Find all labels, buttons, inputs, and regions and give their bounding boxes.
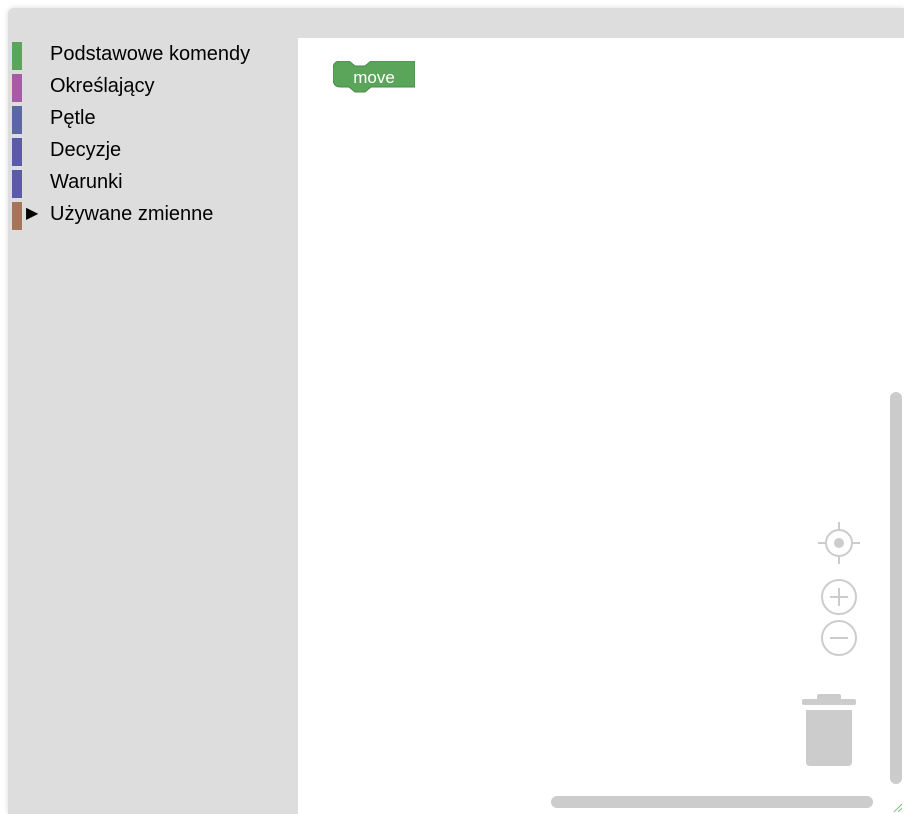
workspace[interactable]: move: [298, 38, 904, 814]
toolbox-category-loops[interactable]: Pętle: [8, 102, 298, 134]
horizontal-scrollbar[interactable]: [551, 796, 873, 808]
category-label: Określający: [50, 75, 155, 97]
toolbox-category-basic-commands[interactable]: Podstawowe komendy: [8, 38, 298, 70]
move-block[interactable]: [333, 61, 415, 95]
trash-icon[interactable]: [796, 692, 862, 768]
category-label: Podstawowe komendy: [50, 43, 251, 65]
zoom-in-icon[interactable]: [819, 577, 859, 617]
toolbox-category-conditions[interactable]: Warunki: [8, 166, 298, 198]
category-label: Używane zmienne: [50, 203, 214, 225]
category-color-bar: [12, 138, 22, 166]
category-color-bar: [12, 202, 22, 230]
resize-grip-icon[interactable]: [892, 802, 902, 812]
toolbox-category-determining[interactable]: Określający: [8, 70, 298, 102]
category-label: Decyzje: [50, 139, 122, 161]
toolbox-category-used-variables[interactable]: ▶ Używane zmienne: [8, 198, 298, 230]
expand-arrow-icon[interactable]: ▶: [26, 203, 38, 225]
category-color-bar: [12, 106, 22, 134]
category-label: Warunki: [50, 171, 123, 193]
recenter-icon[interactable]: [816, 520, 862, 566]
toolbox-category-decisions[interactable]: Decyzje: [8, 134, 298, 166]
vertical-scrollbar[interactable]: [890, 392, 902, 784]
zoom-out-icon[interactable]: [819, 618, 859, 658]
category-color-bar: [12, 170, 22, 198]
toolbox: Podstawowe komendy Określający Pętle Dec…: [8, 38, 298, 814]
category-label: Pętle: [50, 107, 96, 129]
category-color-bar: [12, 42, 22, 70]
blockly-editor: Podstawowe komendy Określający Pętle Dec…: [8, 8, 904, 814]
category-color-bar: [12, 74, 22, 102]
